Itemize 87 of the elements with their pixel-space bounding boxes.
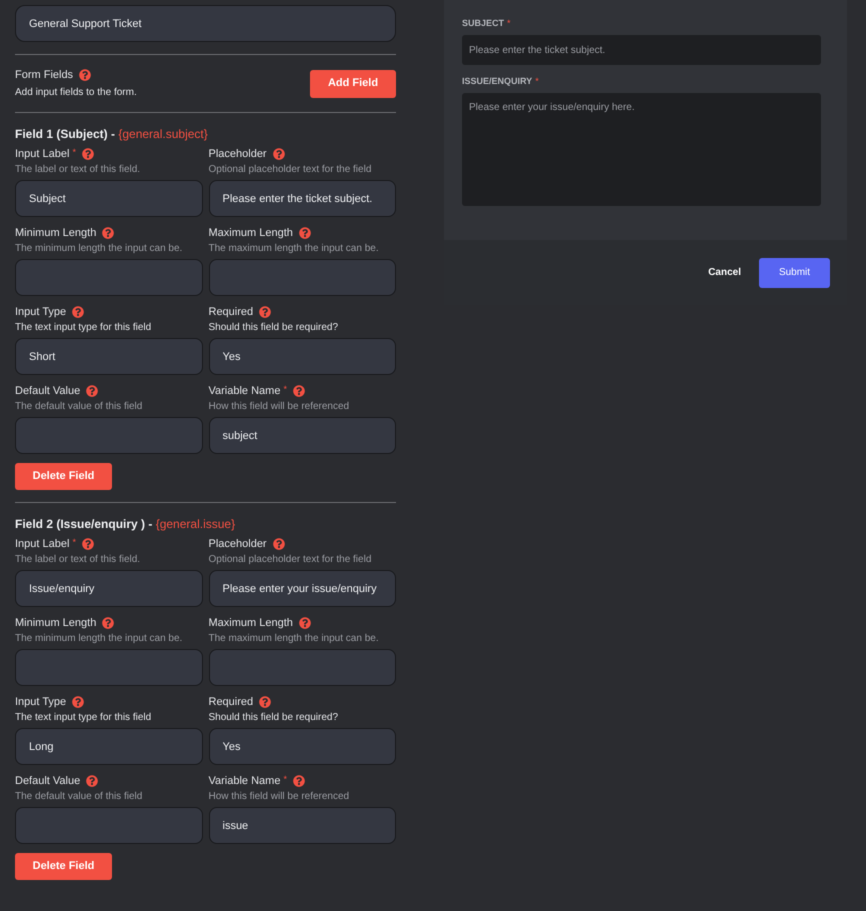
preview-label: ISSUE/ENQUIRY [462, 75, 532, 88]
text-input[interactable]: Issue/enquiry [15, 570, 202, 607]
text-input[interactable] [15, 807, 202, 844]
help-icon [298, 617, 311, 629]
help-icon [72, 696, 84, 708]
text-input[interactable]: Subject [15, 180, 202, 217]
help-icon [82, 538, 94, 550]
setting-description: Should this field be required? [208, 321, 340, 335]
required-asterisk: * [283, 383, 287, 396]
preview-label: SUBJECT [462, 17, 504, 30]
add-field-button[interactable]: Add Field [310, 70, 396, 98]
required-asterisk: * [535, 75, 539, 88]
text-input[interactable] [15, 649, 202, 686]
setting-label: Placeholder [208, 536, 267, 552]
text-input[interactable]: subject [208, 417, 396, 454]
setting-label: Maximum Length [208, 226, 293, 241]
text-input[interactable]: Yes [208, 338, 396, 375]
setting-label: Input Type [15, 694, 66, 710]
field-heading: Field 1 (Subject) - [15, 126, 116, 143]
variable-reference: {general.issue} [156, 516, 236, 533]
setting-description: How this field will be referenced [208, 790, 350, 804]
preview-textarea[interactable]: Please enter your issue/enquiry here. [462, 93, 821, 206]
text-input[interactable] [208, 259, 396, 296]
setting-label: Input Label [15, 536, 70, 552]
delete-field-button[interactable]: Delete Field [15, 853, 112, 880]
setting-label: Minimum Length [15, 226, 96, 241]
setting-description: The maximum length the input can be. [208, 242, 380, 256]
help-icon [292, 775, 305, 787]
setting-label: Placeholder [208, 146, 267, 162]
setting-label: Maximum Length [208, 616, 293, 631]
help-icon [86, 775, 98, 787]
setting-description: The minimum length the input can be. [15, 242, 184, 256]
help-icon [82, 148, 94, 160]
cancel-button[interactable]: Cancel [708, 265, 741, 280]
required-asterisk: * [507, 17, 511, 30]
help-icon [79, 69, 92, 81]
setting-description: The minimum length the input can be. [15, 632, 184, 646]
help-icon [86, 385, 98, 397]
required-asterisk: * [72, 146, 76, 159]
setting-description: The maximum length the input can be. [208, 632, 380, 646]
setting-description: The default value of this field [15, 790, 144, 804]
field-heading: Field 2 (Issue/enquiry ) - [15, 516, 154, 533]
text-input[interactable]: issue [208, 807, 396, 844]
text-input[interactable] [15, 259, 202, 296]
setting-description: Optional placeholder text for the field [208, 553, 372, 567]
setting-label: Variable Name [208, 384, 280, 399]
help-icon [259, 306, 272, 318]
setting-description: The label or text of this field. [15, 553, 142, 567]
help-icon [272, 148, 285, 160]
text-input[interactable]: Please enter the ticket subject. [208, 180, 396, 217]
setting-label: Required [208, 694, 254, 710]
setting-label: Default Value [15, 384, 80, 399]
submit-button[interactable]: Submit [759, 258, 830, 288]
required-asterisk: * [72, 536, 76, 549]
form-name-input[interactable]: General Support Ticket [15, 5, 396, 42]
help-icon [72, 306, 84, 318]
help-icon [272, 538, 285, 550]
setting-label: Input Label [15, 146, 70, 162]
setting-description: The text input type for this field [15, 321, 152, 335]
help-icon [102, 227, 114, 239]
setting-label: Input Type [15, 304, 66, 320]
setting-label: Required [208, 304, 254, 320]
text-input[interactable]: Long [15, 728, 202, 765]
setting-description: How this field will be referenced [208, 400, 350, 414]
setting-label: Default Value [15, 774, 80, 789]
text-input[interactable] [15, 417, 202, 454]
help-icon [102, 617, 114, 629]
help-icon [292, 385, 305, 397]
setting-label: Minimum Length [15, 616, 96, 631]
help-icon [298, 227, 311, 239]
help-icon [259, 696, 272, 708]
variable-reference: {general.subject} [118, 126, 208, 143]
text-input[interactable]: Please enter your issue/enquiry [208, 570, 396, 607]
text-input[interactable]: Yes [208, 728, 396, 765]
setting-description: The text input type for this field [15, 711, 152, 725]
delete-field-button[interactable]: Delete Field [15, 463, 112, 490]
setting-description: Optional placeholder text for the field [208, 163, 372, 177]
required-asterisk: * [283, 773, 287, 786]
text-input[interactable] [208, 649, 396, 686]
preview-input[interactable]: Please enter the ticket subject. [462, 35, 821, 65]
section-description: Add input fields to the form. [15, 86, 137, 100]
setting-label: Variable Name [208, 774, 280, 789]
text-input[interactable]: Short [15, 338, 202, 375]
setting-description: Should this field be required? [208, 711, 340, 725]
setting-description: The default value of this field [15, 400, 144, 414]
section-title: Form Fields [15, 68, 74, 83]
setting-description: The label or text of this field. [15, 163, 142, 177]
